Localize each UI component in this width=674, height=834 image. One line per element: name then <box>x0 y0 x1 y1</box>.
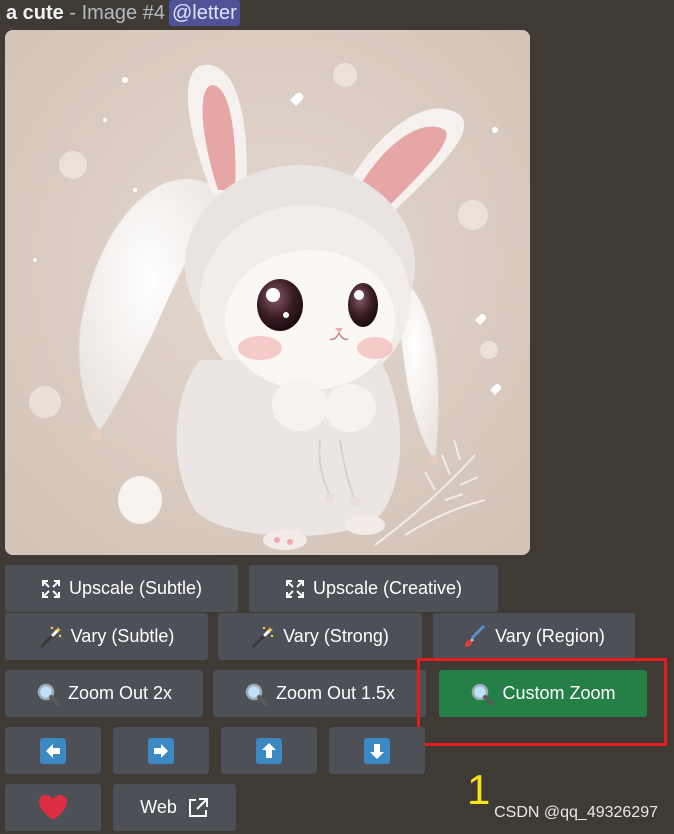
zoom-out-1-5x-button[interactable]: Zoom Out 1.5x <box>213 670 426 717</box>
highlight-box <box>417 658 667 746</box>
arrow-up-icon <box>256 737 282 764</box>
pan-right-button[interactable] <box>113 727 209 774</box>
prompt-text: a cute <box>6 2 64 24</box>
magnifier-icon <box>36 682 60 706</box>
vary-strong-label: Vary (Strong) <box>283 626 389 646</box>
generated-image[interactable] <box>5 30 530 555</box>
magnifier-icon <box>244 682 268 706</box>
upscale-creative-button[interactable]: Upscale (Creative) <box>249 565 498 612</box>
user-mention[interactable]: @letter <box>168 0 240 26</box>
magic-wand-icon <box>251 625 275 649</box>
vary-subtle-label: Vary (Subtle) <box>70 626 175 646</box>
watermark: CSDN @qq_49326297 <box>494 804 658 821</box>
bunny-illustration <box>5 30 530 555</box>
vary-subtle-button[interactable]: Vary (Subtle) <box>5 613 208 660</box>
zoom-out-2x-label: Zoom Out 2x <box>67 683 173 703</box>
favorite-button[interactable] <box>5 784 101 831</box>
vary-strong-button[interactable]: Vary (Strong) <box>218 613 422 660</box>
arrow-down-icon <box>364 737 390 764</box>
arrow-left-icon <box>40 737 66 764</box>
upscale-creative-label: Upscale (Creative) <box>312 578 463 598</box>
expand-icon <box>41 579 61 599</box>
web-link-button[interactable]: Web <box>113 784 236 831</box>
upscale-subtle-button[interactable]: Upscale (Subtle) <box>5 565 238 612</box>
pan-up-button[interactable] <box>221 727 317 774</box>
web-label: Web <box>140 797 177 817</box>
zoom-out-1-5x-label: Zoom Out 1.5x <box>275 683 396 703</box>
image-label: Image #4 <box>81 2 165 24</box>
pan-left-button[interactable] <box>5 727 101 774</box>
external-link-icon <box>187 797 209 819</box>
heart-icon <box>38 794 68 822</box>
expand-icon <box>285 579 305 599</box>
magic-wand-icon <box>39 625 63 649</box>
pan-down-button[interactable] <box>329 727 425 774</box>
header-separator: - <box>63 2 82 24</box>
message-header: a cute - Image #4 @letter <box>6 0 240 26</box>
paintbrush-icon <box>463 624 487 649</box>
upscale-subtle-label: Upscale (Subtle) <box>68 578 203 598</box>
vary-region-label: Vary (Region) <box>495 626 605 646</box>
arrow-right-icon <box>148 737 174 764</box>
vary-region-button[interactable]: Vary (Region) <box>433 613 635 660</box>
annotation-number: 1 <box>467 766 491 813</box>
zoom-out-2x-button[interactable]: Zoom Out 2x <box>5 670 203 717</box>
